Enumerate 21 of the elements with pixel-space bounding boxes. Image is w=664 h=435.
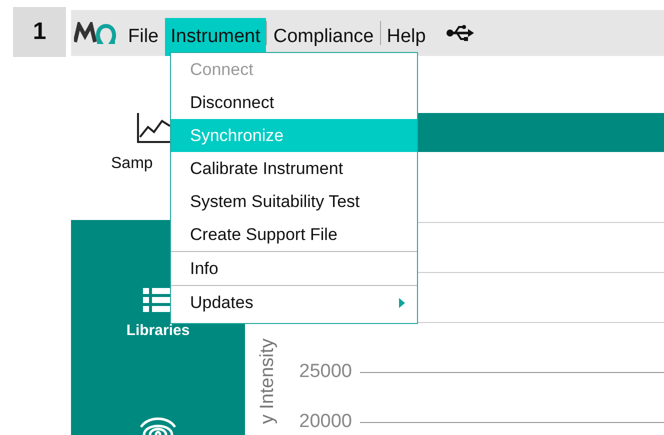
axis-title: y Intensity	[257, 338, 279, 424]
submenu-arrow-icon	[399, 298, 405, 308]
axis-tick-label: 20000	[298, 410, 352, 434]
line-chart-icon	[137, 113, 171, 143]
menu-item[interactable]: System Suitability Test	[171, 185, 417, 218]
menu-item[interactable]: Create Support File	[171, 218, 417, 251]
axis-tick-label: 25000	[298, 360, 352, 384]
menu-item[interactable]: Updates	[171, 285, 417, 319]
menu-item[interactable]: Help	[380, 18, 432, 56]
menu-item[interactable]: Info	[171, 251, 417, 285]
usb-icon	[446, 24, 474, 42]
toolbar-label[interactable]: Samp	[111, 155, 153, 173]
menu-item[interactable]: Calibrate Instrument	[171, 152, 417, 185]
menu-item[interactable]: Instrument	[164, 18, 266, 56]
menu-item[interactable]: File	[122, 18, 165, 56]
menu-item[interactable]: Compliance	[267, 18, 380, 56]
nav-item[interactable]: Libraries	[126, 322, 190, 339]
logo-icon	[74, 22, 116, 44]
menu-item[interactable]: Disconnect	[171, 86, 417, 119]
step-badge: 1	[13, 7, 66, 57]
fingerprint-icon	[140, 415, 176, 435]
